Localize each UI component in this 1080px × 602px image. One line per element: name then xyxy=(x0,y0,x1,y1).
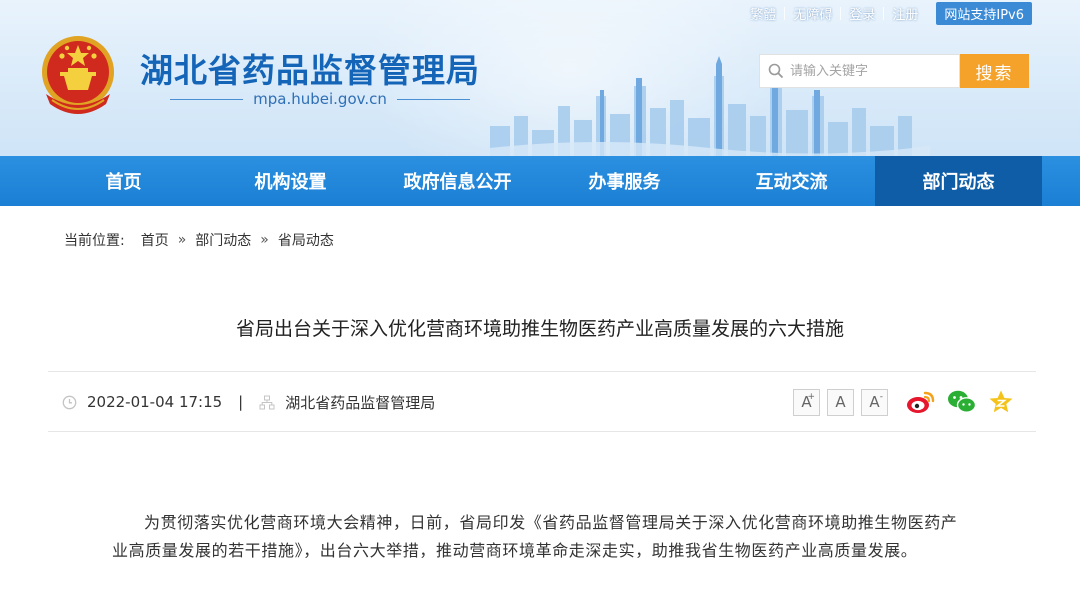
publish-datetime: 2022-01-04 17:15 xyxy=(87,393,223,411)
site-header: 湖北省药品监督管理局 mpa.hubei.gov.cn 繁體 无障碍 登录 注册… xyxy=(0,0,1080,156)
nav-item-gov-info[interactable]: 政府信息公开 xyxy=(374,156,541,206)
nav-item-dept-news[interactable]: 部门动态 xyxy=(875,156,1042,206)
breadcrumb-dept-news[interactable]: 部门动态 xyxy=(195,230,251,250)
search-box xyxy=(759,54,960,88)
font-decrease-button[interactable]: A- xyxy=(861,388,888,416)
font-increase-mark: + xyxy=(807,391,815,402)
article-tools: A + A A- xyxy=(793,386,1014,418)
search-input[interactable] xyxy=(790,56,950,86)
main-nav-items: 首页 机构设置 政府信息公开 办事服务 互动交流 部门动态 xyxy=(40,156,1043,206)
organization-icon xyxy=(259,395,275,410)
link-register[interactable]: 注册 xyxy=(884,4,926,23)
meta-divider: | xyxy=(238,393,244,411)
link-accessibility[interactable]: 无障碍 xyxy=(785,4,840,23)
article-meta-info: 2022-01-04 17:15 | 湖北省药品监督管理局 xyxy=(62,372,435,432)
breadcrumb-separator: » xyxy=(177,232,187,248)
nav-item-interaction[interactable]: 互动交流 xyxy=(708,156,875,206)
site-domain-row: mpa.hubei.gov.cn xyxy=(170,88,471,110)
article-title: 省局出台关于深入优化营商环境助推生物医药产业高质量发展的六大措施 xyxy=(235,318,844,340)
nav-item-home[interactable]: 首页 xyxy=(40,156,207,206)
font-default-button[interactable]: A xyxy=(827,388,854,416)
article-meta-bar: 2022-01-04 17:15 | 湖北省药品监督管理局 A + A A- xyxy=(48,371,1036,432)
top-links: 繁體 无障碍 登录 注册 网站支持IPv6 xyxy=(742,1,1032,25)
link-login[interactable]: 登录 xyxy=(841,4,883,23)
breadcrumb-label: 当前位置: xyxy=(64,233,125,249)
font-default-label: A xyxy=(835,393,846,411)
domain-right-line xyxy=(396,98,471,100)
nav-item-services[interactable]: 办事服务 xyxy=(541,156,708,206)
wechat-icon[interactable] xyxy=(947,389,977,415)
national-emblem-icon xyxy=(42,36,114,114)
breadcrumb-bureau-news[interactable]: 省局动态 xyxy=(278,230,334,250)
search-bar: 搜索 xyxy=(759,54,1029,88)
font-increase-button[interactable]: A + xyxy=(793,388,820,416)
ipv6-badge: 网站支持IPv6 xyxy=(936,1,1032,25)
clock-icon xyxy=(62,395,77,410)
link-traditional-chinese[interactable]: 繁體 xyxy=(742,4,784,23)
article-body-paragraph: 为贯彻落实优化营商环境大会精神，日前，省局印发《省药品监督管理局关于深入优化营商… xyxy=(112,513,958,560)
search-icon xyxy=(768,63,784,79)
favorite-star-icon[interactable] xyxy=(988,389,1014,415)
breadcrumb-separator: » xyxy=(260,232,269,248)
domain-left-line xyxy=(170,98,244,100)
article-source: 湖北省药品监督管理局 xyxy=(285,393,436,412)
weibo-icon[interactable] xyxy=(906,389,936,415)
breadcrumb-home[interactable]: 首页 xyxy=(141,230,169,250)
font-decrease-label: A xyxy=(869,393,880,411)
site-domain: mpa.hubei.gov.cn xyxy=(253,90,387,108)
site-title: 湖北省药品监督管理局 xyxy=(140,51,480,90)
breadcrumb: 当前位置: 首页 » 部门动态 » 省局动态 xyxy=(64,230,334,250)
search-button[interactable]: 搜索 xyxy=(960,54,1029,88)
nav-item-organization[interactable]: 机构设置 xyxy=(207,156,374,206)
main-nav: 首页 机构设置 政府信息公开 办事服务 互动交流 部门动态 xyxy=(0,156,1080,206)
font-decrease-mark: - xyxy=(879,391,883,402)
